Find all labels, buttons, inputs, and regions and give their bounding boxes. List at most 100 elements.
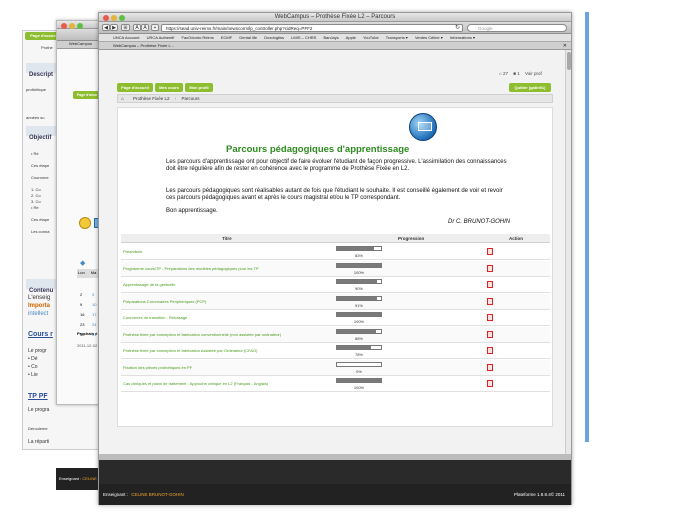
row-title-link[interactable]: Préambule [123, 249, 142, 254]
bookmark-item[interactable]: Informations ▾ [450, 35, 475, 40]
row-title-link[interactable]: Couronnes de transition - Rebasage [123, 315, 187, 320]
table-row: Programme cours/TP - Préparations des mo… [121, 260, 550, 277]
pdf-export-icon[interactable]: ⬚ [487, 281, 493, 288]
messages-count: 1 [517, 71, 520, 76]
bookmarks-bar: UNCA Account URCA Authentif FacOdonto Re… [99, 34, 571, 42]
bg-repartition: La réparti [28, 439, 50, 445]
bookmark-item[interactable]: Dental life [239, 35, 257, 40]
pdf-export-icon[interactable]: ⬚ [487, 363, 493, 371]
page-body: ⌂ 27 ■ 1 Voir prof Page d'accueil Mes co… [99, 50, 571, 454]
tab-close-icon[interactable]: ✕ [563, 42, 567, 50]
url-text: https://sead.univ-reims.fr/main/newscorm… [166, 26, 313, 31]
bg-tp-link[interactable]: TP PF [28, 393, 48, 400]
column-progression: Progression [398, 236, 425, 241]
url-bar[interactable]: https://sead.univ-reims.fr/main/newscorm… [161, 24, 463, 32]
progress-bar [336, 262, 382, 268]
tab-bar: WebCampus – Prothèse Fixée L... ✕ [99, 42, 571, 50]
bookmark-item[interactable]: URCA Authentif [147, 35, 175, 40]
active-tab[interactable]: WebCampus – Prothèse Fixée L... [99, 43, 174, 48]
row-title-link[interactable]: Programme cours/TP - Préparations des mo… [123, 266, 259, 271]
row-title-link[interactable]: Fixation des pièces prothétiques en PF [123, 365, 192, 370]
notifications-icon[interactable]: ⌂ [499, 71, 502, 76]
row-title-link[interactable]: Prothèse fixée par conception et fabrica… [123, 332, 281, 337]
progress-value: 100% [353, 319, 365, 324]
bookmark-item[interactable]: Apple [346, 35, 356, 40]
bookmark-item[interactable]: UNCA Account [113, 35, 139, 40]
middle-help-icon[interactable] [79, 217, 91, 229]
back-button[interactable]: ◀ [102, 24, 110, 31]
pdf-export-icon[interactable]: ⬚ [487, 380, 493, 387]
progress-bar [336, 279, 382, 284]
quit-button[interactable]: Quitter (gatin91) [509, 83, 551, 92]
profile-link[interactable]: Voir prof [525, 71, 542, 76]
progress-value: 78% [354, 352, 363, 357]
middle-arrow-icon[interactable]: ◆ [80, 259, 85, 267]
row-title-link[interactable]: Apprentissage de la gestuelle [123, 282, 175, 287]
row-title-link[interactable]: Cas cliniques et plans de traitement - A… [123, 381, 268, 386]
bookmark-item[interactable]: LMIS – CHRS [291, 35, 316, 40]
progress-bar-fill [337, 346, 372, 349]
pdf-export-icon[interactable]: ⬚ [487, 297, 493, 305]
main-titlebar: WebCampus – Prothèse Fixée L2 – Parcours [99, 13, 571, 22]
bg-text-line: années su [26, 115, 45, 120]
bookmark-item[interactable]: ECMF [221, 35, 232, 40]
table-row: Apprentissage de la gestuelle 90% ⬚ [121, 277, 550, 293]
search-placeholder: Google [478, 26, 493, 31]
search-field[interactable]: Google [467, 24, 567, 32]
breadcrumb-course[interactable]: Prothèse Fixée L2 [133, 96, 170, 101]
progress-value: 100% [353, 269, 365, 275]
bookmark-item[interactable]: Transports ▾ [386, 35, 408, 40]
row-title-link[interactable]: Préparations Coronnaires Périphériques (… [123, 299, 206, 304]
bg-programme: Le progra [28, 407, 50, 413]
pdf-export-icon[interactable]: ⬚ [487, 314, 493, 321]
bg-intellect: intellect [28, 311, 49, 317]
table-row: Couronnes de transition - Rebasage 100% ⬚ [121, 310, 550, 326]
nav-courses-button[interactable]: Mes cours [155, 83, 183, 92]
bg-important: Importa [28, 303, 51, 309]
signature: Dr C. BRUNOT-GOHIN [448, 219, 511, 225]
bookmarks-button[interactable]: ⊞ [121, 24, 130, 31]
font-smaller-button[interactable]: A [133, 24, 141, 31]
nav-home-button[interactable]: Page d'accueil [117, 83, 153, 92]
table-row: Prothèse fixée par conception et fabrica… [121, 326, 550, 343]
pdf-export-icon[interactable]: ⬚ [487, 248, 493, 255]
pdf-export-icon[interactable]: ⬚ [487, 330, 493, 338]
bookmark-item[interactable]: BanJays [323, 35, 338, 40]
progress-value: 83% [354, 253, 363, 258]
bookmark-item[interactable]: YouTube [363, 35, 379, 40]
forward-button[interactable]: ▶ [110, 24, 118, 31]
bookmark-item[interactable]: FacOdonto Reims [182, 35, 214, 40]
main-scrollbar[interactable] [565, 50, 571, 454]
notifications-count: 27 [502, 71, 508, 76]
parcours-table: Titre Progression Action Préambule83%⬚Pr… [121, 234, 550, 392]
bg-enseign: L'enseig [28, 295, 51, 301]
progress-value: 91% [354, 302, 363, 308]
desktop-edge [585, 12, 589, 442]
bg-tab: Prothè [41, 45, 53, 50]
table-row: Cas cliniques et plans de traitement - A… [121, 376, 550, 392]
progress-bar [336, 246, 382, 251]
next-event-date: 2011-12-02 [77, 343, 98, 348]
breadcrumb: ⌂ Prothèse Fixée L2 › Parcours [117, 94, 553, 103]
row-title-link[interactable]: Prothèse fixée par conception et fabrica… [123, 348, 258, 353]
nav-profile-button[interactable]: Mon profil [185, 83, 213, 92]
add-bookmark-button[interactable]: + [151, 24, 159, 31]
footer-teacher-name[interactable]: CELINE BRUNOT-GOHIN [131, 492, 184, 497]
progress-bar-fill [337, 280, 377, 283]
table-row: Préparations Coronnaires Périphériques (… [121, 293, 550, 310]
bg-course-link[interactable]: Cours r [28, 331, 53, 338]
bookmark-item[interactable]: Doxdogtiss [264, 35, 284, 40]
breadcrumb-home-icon[interactable]: ⌂ [118, 96, 124, 101]
bg-footer: Enseignant : CELINE [56, 468, 98, 490]
bg-list-2: Le progr • Dé • Co • Lie [28, 348, 47, 378]
font-larger-button[interactable]: A [141, 24, 149, 31]
breadcrumb-section[interactable]: Parcours [182, 96, 200, 101]
bookmark-item[interactable]: Ventes Céline ▾ [415, 35, 443, 40]
reload-icon[interactable]: ↻ [455, 24, 460, 31]
progress-bar [336, 361, 382, 367]
messages-icon[interactable]: ■ [513, 71, 516, 76]
pdf-export-icon[interactable]: ⬚ [487, 264, 493, 272]
pdf-export-icon[interactable]: ⬚ [487, 347, 493, 354]
middle-home-button[interactable]: Page d'accu [73, 91, 101, 99]
globe-icon [409, 113, 437, 141]
